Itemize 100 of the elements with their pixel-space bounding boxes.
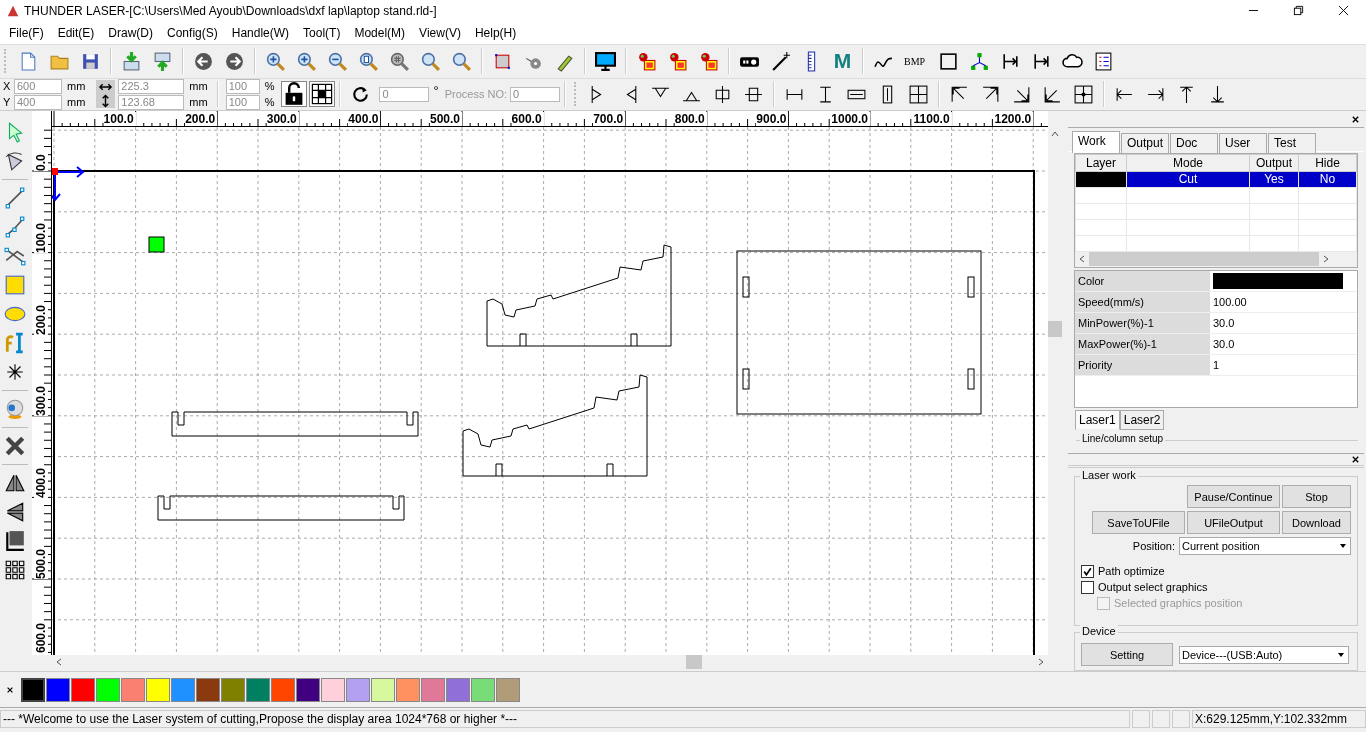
color-swatch[interactable] bbox=[221, 677, 245, 702]
color-swatch[interactable] bbox=[71, 677, 95, 702]
column-header[interactable]: Layer bbox=[1075, 154, 1127, 172]
menu-item[interactable]: View(V) bbox=[412, 25, 468, 40]
ball-square-icon[interactable] bbox=[667, 50, 688, 72]
bar-outline[interactable] bbox=[171, 411, 419, 437]
device-dropdown[interactable]: Device---(USB:Auto) bbox=[1179, 645, 1349, 664]
property-value[interactable]: 100.00 bbox=[1210, 291, 1357, 312]
scroll-thumb[interactable] bbox=[1089, 252, 1319, 267]
webcam-icon[interactable] bbox=[4, 398, 26, 421]
delete-cross-icon[interactable] bbox=[4, 435, 26, 458]
bmp-button[interactable]: BMP bbox=[904, 55, 928, 67]
menu-item[interactable]: Edit(E) bbox=[50, 25, 102, 40]
center-target-icon[interactable] bbox=[1073, 83, 1094, 105]
position-dropdown[interactable]: Current position bbox=[1179, 537, 1351, 556]
save-button[interactable]: SaveToUFile bbox=[1092, 511, 1185, 535]
mirror-vertical-icon[interactable] bbox=[4, 501, 26, 524]
color-swatch[interactable] bbox=[371, 677, 395, 702]
checkbox[interactable] bbox=[1081, 564, 1094, 578]
corner-arrow-icon[interactable] bbox=[4, 530, 26, 553]
ball-square-icon[interactable] bbox=[698, 50, 719, 72]
menu-item[interactable]: Handle(W) bbox=[224, 25, 297, 40]
letter-m-button[interactable]: M bbox=[832, 49, 853, 74]
download-button[interactable]: Download bbox=[1282, 511, 1351, 535]
menu-item[interactable]: Help(H) bbox=[467, 25, 524, 40]
color-swatch[interactable] bbox=[196, 677, 220, 702]
tab[interactable]: Doc bbox=[1170, 132, 1218, 153]
square-icon[interactable] bbox=[938, 50, 959, 72]
crossing-lines-icon[interactable] bbox=[4, 245, 26, 268]
menu-item[interactable]: Model(M) bbox=[347, 25, 413, 40]
property-value[interactable]: 30.0 bbox=[1210, 333, 1357, 354]
scroll-left-icon[interactable] bbox=[1077, 254, 1087, 265]
ball-square-icon[interactable] bbox=[636, 50, 657, 72]
tab[interactable]: Test bbox=[1268, 132, 1316, 153]
column-header[interactable]: Output bbox=[1249, 154, 1299, 172]
side-panel-outline[interactable] bbox=[462, 374, 648, 477]
color-swatch[interactable] bbox=[446, 677, 470, 702]
tab[interactable]: User bbox=[1219, 132, 1267, 153]
color-swatch[interactable] bbox=[271, 677, 295, 702]
color-swatch[interactable] bbox=[321, 677, 345, 702]
menu-item[interactable]: Tool(T) bbox=[296, 25, 348, 40]
zoom-in-icon[interactable] bbox=[265, 50, 286, 72]
color-swatch[interactable] bbox=[421, 677, 445, 702]
scroll-left-icon[interactable] bbox=[54, 657, 64, 668]
column-header[interactable]: Hide bbox=[1298, 154, 1357, 172]
column-header[interactable]: Mode bbox=[1126, 154, 1250, 172]
rectangle-panel-outline[interactable] bbox=[736, 250, 982, 415]
pause-continue-button[interactable]: Pause/Continue bbox=[1187, 485, 1280, 509]
output-button[interactable]: UFileOutput bbox=[1187, 511, 1280, 535]
checkbox-label[interactable]: Output select graphics bbox=[1098, 581, 1208, 594]
zoom-out-icon[interactable] bbox=[327, 50, 348, 72]
wand-icon[interactable] bbox=[770, 50, 791, 72]
scroll-thumb[interactable] bbox=[1048, 321, 1062, 338]
color-swatch[interactable] bbox=[471, 677, 495, 702]
color-swatch[interactable] bbox=[21, 677, 45, 702]
scroll-right-icon[interactable] bbox=[1036, 657, 1046, 668]
zoom-page-icon[interactable] bbox=[358, 50, 379, 72]
checklist-icon[interactable] bbox=[1093, 50, 1114, 72]
color-swatch[interactable] bbox=[46, 677, 70, 702]
color-swatch[interactable] bbox=[171, 677, 195, 702]
property-value[interactable]: 1 bbox=[1210, 354, 1357, 375]
zoom-in-icon[interactable] bbox=[296, 50, 317, 72]
scroll-right-icon[interactable] bbox=[1321, 254, 1331, 265]
zoom-icon[interactable] bbox=[451, 50, 472, 72]
line-icon[interactable] bbox=[4, 187, 26, 210]
node-tree-icon[interactable] bbox=[969, 50, 990, 72]
lock-icon[interactable] bbox=[281, 81, 308, 108]
color-swatch[interactable] bbox=[246, 677, 270, 702]
menu-item[interactable]: Config(S) bbox=[160, 25, 225, 40]
tab[interactable]: Work bbox=[1072, 130, 1120, 153]
color-swatch[interactable] bbox=[296, 677, 320, 702]
side-panel-outline[interactable] bbox=[486, 244, 672, 347]
close-icon[interactable] bbox=[6, 685, 14, 694]
property-value[interactable]: 30.0 bbox=[1210, 312, 1357, 333]
import-icon[interactable] bbox=[121, 50, 142, 72]
setting-button[interactable]: Setting bbox=[1081, 643, 1173, 667]
grid-cell-icon[interactable] bbox=[309, 81, 336, 108]
monitor-icon[interactable] bbox=[595, 50, 616, 72]
checkbox-label[interactable]: Path optimize bbox=[1098, 565, 1165, 578]
export-icon[interactable] bbox=[152, 50, 173, 72]
zoom-icon[interactable] bbox=[420, 50, 441, 72]
stop-button[interactable]: Stop bbox=[1282, 485, 1351, 509]
menu-item[interactable]: File(F) bbox=[2, 25, 51, 40]
scroll-thumb[interactable] bbox=[686, 655, 702, 670]
close-icon[interactable] bbox=[1351, 114, 1360, 124]
close-icon[interactable] bbox=[1351, 454, 1360, 464]
menu-item[interactable]: Draw(D) bbox=[101, 25, 161, 40]
color-swatch[interactable] bbox=[1213, 272, 1343, 289]
polyline-icon[interactable] bbox=[4, 216, 26, 239]
text-cursor-icon[interactable] bbox=[4, 332, 26, 355]
tab[interactable]: Output bbox=[1121, 132, 1169, 153]
color-swatch[interactable] bbox=[96, 677, 120, 702]
zoom-grid-icon[interactable] bbox=[389, 50, 410, 72]
bar-outline[interactable] bbox=[157, 495, 405, 521]
color-swatch[interactable] bbox=[346, 677, 370, 702]
rectangle-icon[interactable] bbox=[4, 274, 26, 297]
tab[interactable]: Laser1 bbox=[1075, 410, 1120, 431]
checkbox[interactable] bbox=[1081, 580, 1094, 594]
quad-grid-icon[interactable] bbox=[908, 83, 929, 105]
grid-array-icon[interactable] bbox=[4, 559, 26, 582]
